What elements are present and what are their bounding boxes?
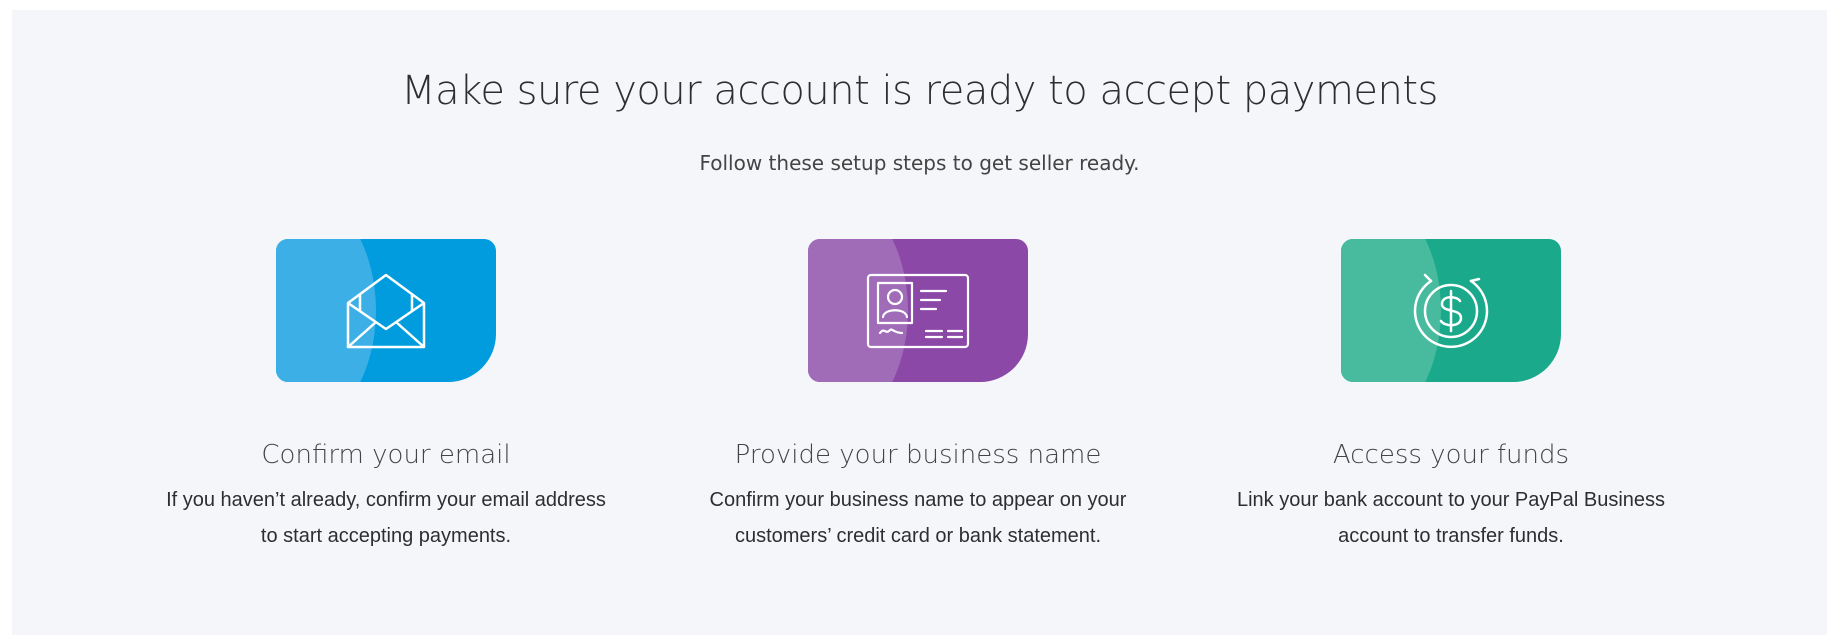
step-icon-card: [1341, 239, 1561, 382]
page-title: Make sure your account is ready to accep…: [401, 68, 1438, 114]
step-heading: Confirm your email: [261, 440, 511, 470]
step-business-name: Provide your business name Confirm your …: [698, 239, 1138, 554]
step-heading: Access your funds: [1332, 440, 1570, 470]
id-card-icon: [866, 273, 970, 348]
step-icon-card: [276, 239, 496, 382]
envelope-icon: [346, 273, 426, 348]
step-heading: Provide your business name: [734, 440, 1102, 470]
step-description: Link your bank account to your PayPal Bu…: [1236, 489, 1666, 547]
step-icon-card: [808, 239, 1028, 382]
step-confirm-email: Confirm your email If you haven’t alread…: [166, 239, 606, 554]
step-description: If you haven’t already, confirm your ema…: [166, 489, 606, 547]
setup-steps-panel: Make sure your account is ready to accep…: [12, 10, 1827, 635]
dollar-icon: [1413, 273, 1489, 348]
page-subtitle: Follow these setup steps to get seller r…: [699, 151, 1140, 175]
step-description: Confirm your business name to appear on …: [709, 489, 1127, 547]
step-access-funds: Access your funds Link your bank account…: [1231, 239, 1671, 554]
